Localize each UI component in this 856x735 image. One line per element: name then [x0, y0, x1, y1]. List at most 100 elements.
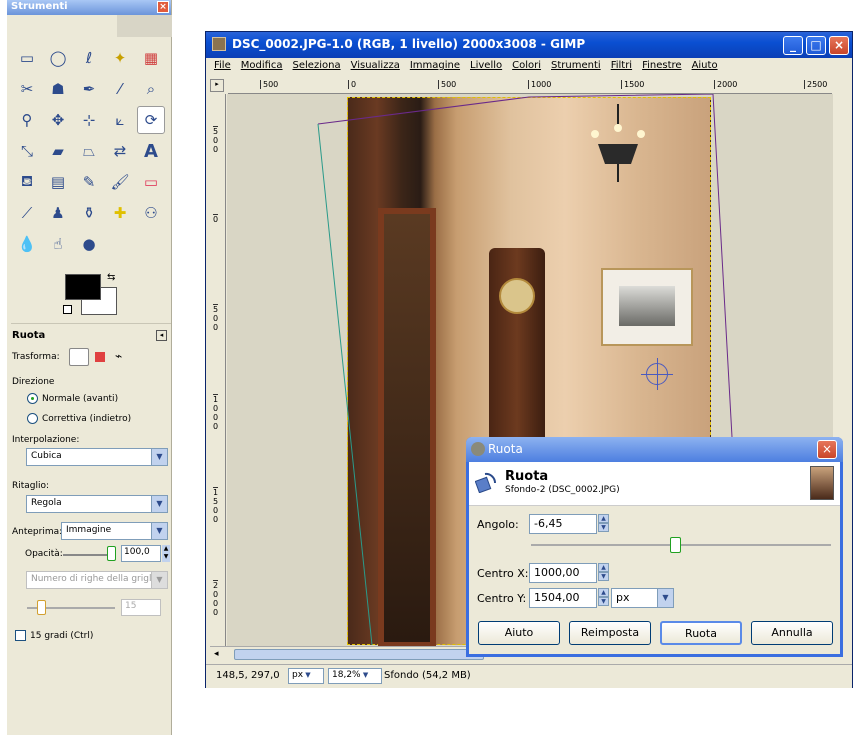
shear-icon[interactable]: ▰	[44, 137, 72, 165]
flip-icon[interactable]: ⇄	[106, 137, 134, 165]
direction-normal-radio[interactable]: Normale (avanti)	[27, 393, 118, 404]
menu-seleziona[interactable]: Seleziona	[293, 60, 341, 71]
unit-combo[interactable]: px ▼	[288, 668, 324, 684]
perspective-clone-icon[interactable]: ⚇	[137, 199, 165, 227]
reset-button[interactable]: Reimposta	[569, 621, 651, 645]
angle-slider-thumb[interactable]	[670, 537, 681, 553]
menubar: File Modifica Seleziona Visualizza Immagine L…	[206, 58, 852, 76]
menu-filtri[interactable]: Filtri	[611, 60, 632, 71]
15-degrees-checkbox[interactable]: 15 gradi (Ctrl)	[15, 630, 93, 641]
perspective-icon[interactable]: ⏢	[75, 137, 103, 165]
eraser-icon[interactable]: ▭	[137, 168, 165, 196]
foreground-color-swatch[interactable]	[65, 274, 101, 300]
ellipse-select-icon[interactable]: ◯	[44, 44, 72, 72]
ink-icon[interactable]: ♟	[44, 199, 72, 227]
rotate-icon[interactable]: ⟳	[137, 106, 165, 134]
blur-icon[interactable]: 💧	[13, 230, 41, 258]
opacity-value: 100,0	[124, 547, 150, 557]
blend-icon[interactable]: ▤	[44, 168, 72, 196]
center-y-input[interactable]: 1504,00	[529, 588, 597, 608]
grid-type-value: Numero di righe della griglia	[31, 574, 160, 584]
zoom-value: 18,2%	[332, 670, 361, 680]
cancel-button[interactable]: Annulla	[751, 621, 833, 645]
smudge-icon[interactable]: ☝	[44, 230, 72, 258]
scale-icon[interactable]: ⤡	[13, 137, 41, 165]
menu-file[interactable]: File	[214, 60, 231, 71]
menu-strumenti[interactable]: Strumenti	[551, 60, 601, 71]
heal-icon[interactable]: ✚	[106, 199, 134, 227]
transform-layer-icon[interactable]	[69, 348, 89, 366]
menu-colori[interactable]: Colori	[512, 60, 541, 71]
fuzzy-select-icon[interactable]: ✦	[106, 44, 134, 72]
center-x-input[interactable]: 1000,00	[529, 563, 597, 583]
horizontal-ruler[interactable]: 500 0 500 1000 1500 2000 2500	[228, 78, 832, 94]
toolbox-close-button[interactable]: ×	[157, 1, 169, 13]
toolbox-wilber-decor	[117, 15, 172, 37]
move-icon[interactable]: ✥	[44, 106, 72, 134]
angle-spin-buttons[interactable]: ▲ ▼	[598, 514, 609, 534]
menu-aiuto[interactable]: Aiuto	[692, 60, 718, 71]
rotate-dialog: Ruota × Ruota Sfondo-2 (DSC_0002.JPG) An…	[466, 437, 843, 657]
clone-icon[interactable]: ⚱	[75, 199, 103, 227]
rotate-button[interactable]: Ruota	[660, 621, 742, 645]
paths-icon[interactable]: ✒	[75, 75, 103, 103]
default-colors-icon[interactable]	[63, 305, 72, 314]
menu-finestre[interactable]: Finestre	[642, 60, 681, 71]
scissors-icon[interactable]: ✂	[13, 75, 41, 103]
color-picker-icon[interactable]: ⁄	[106, 75, 134, 103]
vertical-ruler[interactable]: 5 0 0 0 5 0 0 1 0 0 0 1 5 0 0 2 0 0 0	[210, 94, 226, 646]
zoom-combo[interactable]: 18,2% ▼	[328, 668, 382, 684]
close-button[interactable]: ×	[829, 36, 849, 55]
scroll-left-arrow[interactable]: ◂	[214, 649, 219, 659]
transform-path-icon[interactable]: ⌁	[115, 349, 122, 363]
menu-immagine[interactable]: Immagine	[410, 60, 460, 71]
paintbrush-icon[interactable]: 🖌	[106, 168, 134, 196]
help-button[interactable]: Aiuto	[478, 621, 560, 645]
tool-options-menu-icon[interactable]: ◂	[156, 330, 167, 341]
zoom-icon[interactable]: ⌕	[137, 75, 165, 103]
opacity-spin[interactable]: 100,0	[121, 545, 161, 562]
dodge-burn-icon[interactable]: ●	[75, 230, 103, 258]
airbrush-icon[interactable]: ⟋	[13, 199, 41, 227]
measure-icon[interactable]: ⚲	[13, 106, 41, 134]
scrollbar-thumb[interactable]	[234, 649, 484, 660]
angle-label: Angolo:	[477, 518, 519, 531]
opacity-spin-arrows[interactable]: ▲ ▼	[162, 545, 170, 562]
angle-input[interactable]: -6,45	[529, 514, 597, 534]
maximize-button[interactable]: □	[806, 36, 826, 55]
menu-livello[interactable]: Livello	[470, 60, 502, 71]
ruler-origin-button[interactable]: ▸	[210, 79, 224, 92]
interpolation-combo[interactable]: Cubica ▼	[26, 448, 168, 466]
lasso-icon[interactable]: ℓ	[75, 44, 103, 72]
opacity-slider-thumb[interactable]	[107, 546, 116, 561]
center-x-spin-buttons[interactable]: ▲ ▼	[598, 563, 609, 583]
bucket-fill-icon[interactable]: ⛾	[13, 168, 41, 196]
grid-slider-thumb[interactable]	[37, 600, 46, 615]
menu-visualizza[interactable]: Visualizza	[351, 60, 400, 71]
swap-colors-icon[interactable]: ⇆	[107, 272, 115, 283]
direction-corrective-radio[interactable]: Correttiva (indietro)	[27, 413, 131, 424]
crop-icon[interactable]: ⟀	[106, 106, 134, 134]
minimize-button[interactable]: _	[783, 36, 803, 55]
transform-label: Trasforma:	[12, 352, 60, 362]
opacity-slider-track[interactable]	[63, 554, 113, 556]
angle-value: -6,45	[534, 517, 563, 530]
pencil-icon[interactable]: ✎	[75, 168, 103, 196]
rotate-icon	[475, 472, 497, 493]
angle-slider-track[interactable]	[531, 544, 831, 546]
color-select-icon[interactable]: ▦	[137, 44, 165, 72]
foreground-select-icon[interactable]: ☗	[44, 75, 72, 103]
grid-type-combo[interactable]: Numero di righe della griglia ▼	[26, 571, 168, 589]
grid-count-spin[interactable]: 15	[121, 599, 161, 616]
align-icon[interactable]: ⊹	[75, 106, 103, 134]
rect-select-icon[interactable]: ▭	[13, 44, 41, 72]
center-y-label: Centro Y:	[477, 592, 527, 605]
center-y-spin-buttons[interactable]: ▲ ▼	[598, 588, 609, 608]
transform-selection-icon[interactable]	[95, 352, 105, 362]
menu-modifica[interactable]: Modifica	[241, 60, 283, 71]
text-icon[interactable]: A	[137, 137, 165, 165]
center-unit-combo[interactable]: px ▼	[611, 588, 674, 608]
preview-combo[interactable]: Immagine ▼	[61, 522, 168, 540]
clipping-combo[interactable]: Regola ▼	[26, 495, 168, 513]
dialog-close-button[interactable]: ×	[817, 440, 837, 459]
